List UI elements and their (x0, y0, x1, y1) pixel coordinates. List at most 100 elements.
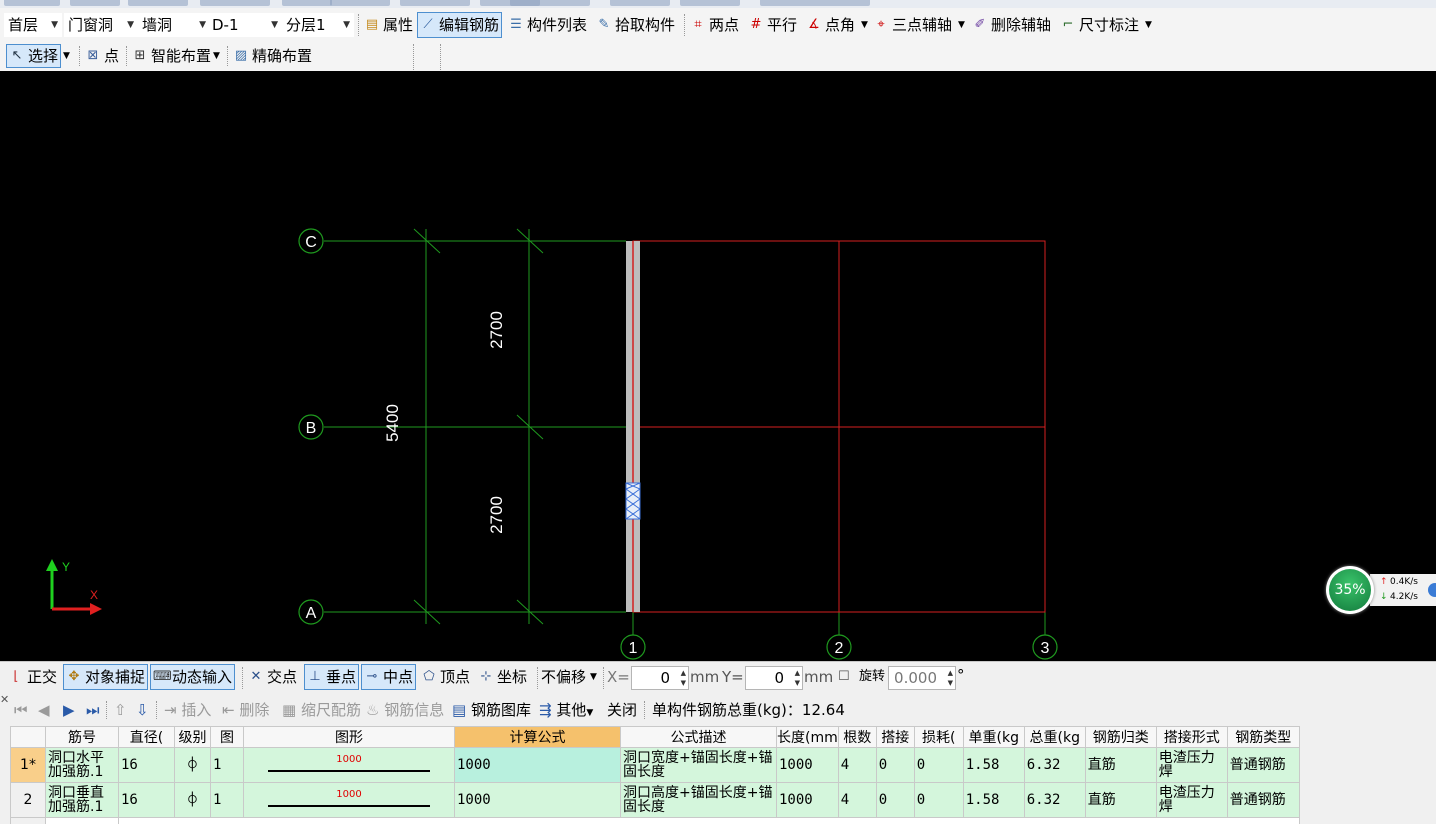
table-row[interactable]: 3 (10, 817, 1300, 824)
grade-cell[interactable]: ⌽ (174, 747, 211, 783)
rebar-table[interactable]: 筋号 直径( 级别 图 图形 计算公式 公式描述 长度(mm 根数 搭接 损耗(… (10, 726, 1300, 824)
table-row[interactable]: 1* 洞口水平加强筋.1 16 ⌽ 1 1000 1000 洞口宽度+锚固长度+… (10, 747, 1300, 783)
three-point-axis-button[interactable]: ⌖ 三点辅轴 ▼ (873, 13, 965, 37)
dynamic-input-button[interactable]: ⌨ 动态输入 (150, 664, 236, 690)
point-button[interactable]: ⊠ 点 (85, 44, 119, 68)
row-label[interactable]: 2 (10, 782, 46, 818)
midpoint-snap-button[interactable]: ⊸ 中点 (361, 664, 417, 690)
stepper-icon[interactable]: ▲ ▼ (948, 668, 953, 688)
dimension-button[interactable]: ⌐ 尺寸标注 ▼ (1060, 13, 1152, 37)
y-coordinate-input[interactable]: 0 ▲ ▼ (745, 666, 803, 690)
rebar-name-cell[interactable]: 洞口水平加强筋.1 (45, 747, 119, 783)
shape-cell[interactable]: 1000 (243, 782, 455, 818)
floor-select[interactable]: 首层 ▼ (4, 13, 62, 37)
total-weight-cell[interactable]: 6.32 (1023, 747, 1086, 783)
row-label[interactable]: 1* (10, 747, 46, 783)
intersection-snap-button[interactable]: ✕ 交点 (248, 665, 297, 689)
unit-weight-cell[interactable]: 1.58 (962, 782, 1025, 818)
delete-button[interactable]: ⇤ 删除 (222, 700, 269, 720)
stepper-icon[interactable]: ▲ ▼ (681, 668, 686, 688)
column-header-formula[interactable]: 计算公式 (454, 726, 621, 748)
category-cell[interactable]: 直筋 (1084, 747, 1157, 783)
drawing-canvas[interactable]: C B A 1 2 3 2700 2700 5400 Y X (0, 71, 1436, 661)
rebar-library-button[interactable]: ▤ 钢筋图库 (452, 700, 531, 720)
total-weight-cell[interactable]: 6.32 (1023, 782, 1086, 818)
scale-rebar-button[interactable]: ▦ 缩尺配筋 (282, 700, 361, 720)
column-header[interactable]: 钢筋类型 (1226, 726, 1300, 748)
pick-component-button[interactable]: ✎ 拾取构件 (596, 13, 675, 37)
last-record-icon[interactable]: ⏭ (86, 700, 100, 720)
component-select[interactable]: D-1 ▼ (208, 13, 282, 37)
count-cell[interactable]: 4 (837, 782, 877, 818)
network-speed-widget[interactable]: ↑ 0.4K/s ↓ 4.2K/s 35% (1326, 566, 1436, 614)
wall-opening[interactable] (625, 482, 641, 520)
ortho-button[interactable]: ⌊ 正交 (8, 665, 57, 689)
layer-select[interactable]: 分层1 ▼ (282, 13, 354, 37)
column-header[interactable]: 公式描述 (620, 726, 777, 748)
figure-cell[interactable]: 1 (210, 782, 244, 818)
rebar-name-cell[interactable]: 洞口垂直加强筋.1 (45, 782, 119, 818)
formula-cell[interactable]: 1000 (454, 782, 621, 818)
drawing-svg[interactable]: C B A 1 2 3 2700 2700 5400 Y X (0, 71, 1436, 661)
column-header[interactable]: 图 (210, 726, 244, 748)
two-points-axis-button[interactable]: ⌗ 两点 (690, 13, 739, 37)
lap-type-cell[interactable]: 电渣压力焊 (1155, 782, 1228, 818)
smart-layout-button[interactable]: ⊞ 智能布置 ▼ (132, 44, 220, 68)
lap-cell[interactable]: 0 (875, 747, 915, 783)
perpendicular-snap-button[interactable]: ⊥ 垂点 (304, 664, 360, 690)
length-cell[interactable]: 1000 (776, 747, 839, 783)
description-cell[interactable]: 洞口高度+锚固长度+锚固长度 (620, 782, 777, 818)
object-snap-button[interactable]: ✥ 对象捕捉 (63, 664, 149, 690)
formula-cell[interactable]: 1000 (454, 747, 621, 783)
expand-icon[interactable] (1428, 583, 1436, 597)
next-record-icon[interactable]: ▶ (63, 700, 75, 720)
length-cell[interactable]: 1000 (776, 782, 839, 818)
grade-cell[interactable]: ⌽ (174, 782, 211, 818)
loss-cell[interactable]: 0 (913, 782, 964, 818)
select-dropdown-button[interactable]: ▼ (63, 44, 75, 68)
rebar-type-cell[interactable]: 普通钢筋 (1226, 747, 1300, 783)
description-cell[interactable]: 洞口宽度+锚固长度+锚固长度 (620, 747, 777, 783)
select-button[interactable]: ↖ 选择 (6, 44, 62, 68)
precise-layout-button[interactable]: ▨ 精确布置 (233, 44, 312, 68)
lap-cell[interactable]: 0 (875, 782, 915, 818)
edit-rebar-button[interactable]: ⟋ 编辑钢筋 (417, 12, 503, 38)
column-header[interactable]: 总重(kg (1023, 726, 1086, 748)
row-label[interactable]: 3 (10, 817, 46, 824)
point-angle-axis-button[interactable]: ∡ 点角 ▼ (806, 13, 868, 37)
column-header[interactable]: 筋号 (45, 726, 119, 748)
insert-button[interactable]: ⇥ 插入 (164, 700, 211, 720)
loss-cell[interactable]: 0 (913, 747, 964, 783)
coordinate-snap-button[interactable]: ⊹ 坐标 (478, 665, 527, 689)
lap-type-cell[interactable]: 电渣压力焊 (1155, 747, 1228, 783)
rebar-info-button[interactable]: ♨ 钢筋信息 (366, 700, 444, 720)
empty-cell[interactable] (118, 817, 1300, 824)
column-header[interactable]: 损耗( (913, 726, 964, 748)
rotate-angle-input[interactable]: 0.000 ▲ ▼ (888, 666, 956, 690)
column-header[interactable]: 钢筋归类 (1084, 726, 1157, 748)
first-record-icon[interactable]: ⏮ (14, 700, 28, 720)
category-cell[interactable]: 直筋 (1084, 782, 1157, 818)
diameter-cell[interactable]: 16 (118, 747, 175, 783)
parallel-axis-button[interactable]: # 平行 (748, 13, 797, 37)
column-header[interactable]: 根数 (837, 726, 877, 748)
table-row[interactable]: 2 洞口垂直加强筋.1 16 ⌽ 1 1000 1000 洞口高度+锚固长度+锚… (10, 782, 1300, 818)
close-button[interactable]: 关闭 (607, 700, 637, 720)
other-menu-button[interactable]: ⇶ 其他▼ (539, 700, 593, 720)
move-up-icon[interactable]: ⇧ (114, 700, 127, 720)
component-list-button[interactable]: ☰ 构件列表 (508, 13, 587, 37)
count-cell[interactable]: 4 (837, 747, 877, 783)
diameter-cell[interactable]: 16 (118, 782, 175, 818)
rebar-type-cell[interactable]: 普通钢筋 (1226, 782, 1300, 818)
unit-weight-cell[interactable]: 1.58 (962, 747, 1025, 783)
rotate-checkbox[interactable]: ☐ (838, 665, 850, 689)
subtype-select[interactable]: 墙洞 ▼ (138, 13, 210, 37)
properties-button[interactable]: ▤ 属性 (364, 13, 413, 37)
column-header[interactable]: 搭接形式 (1155, 726, 1228, 748)
category-select[interactable]: 门窗洞 ▼ (64, 13, 138, 37)
figure-cell[interactable]: 1 (210, 747, 244, 783)
vertex-snap-button[interactable]: ⬠ 顶点 (421, 665, 470, 689)
move-down-icon[interactable]: ⇩ (136, 700, 149, 720)
delete-axis-button[interactable]: ✐ 删除辅轴 (972, 13, 1051, 37)
column-header[interactable]: 级别 (174, 726, 211, 748)
